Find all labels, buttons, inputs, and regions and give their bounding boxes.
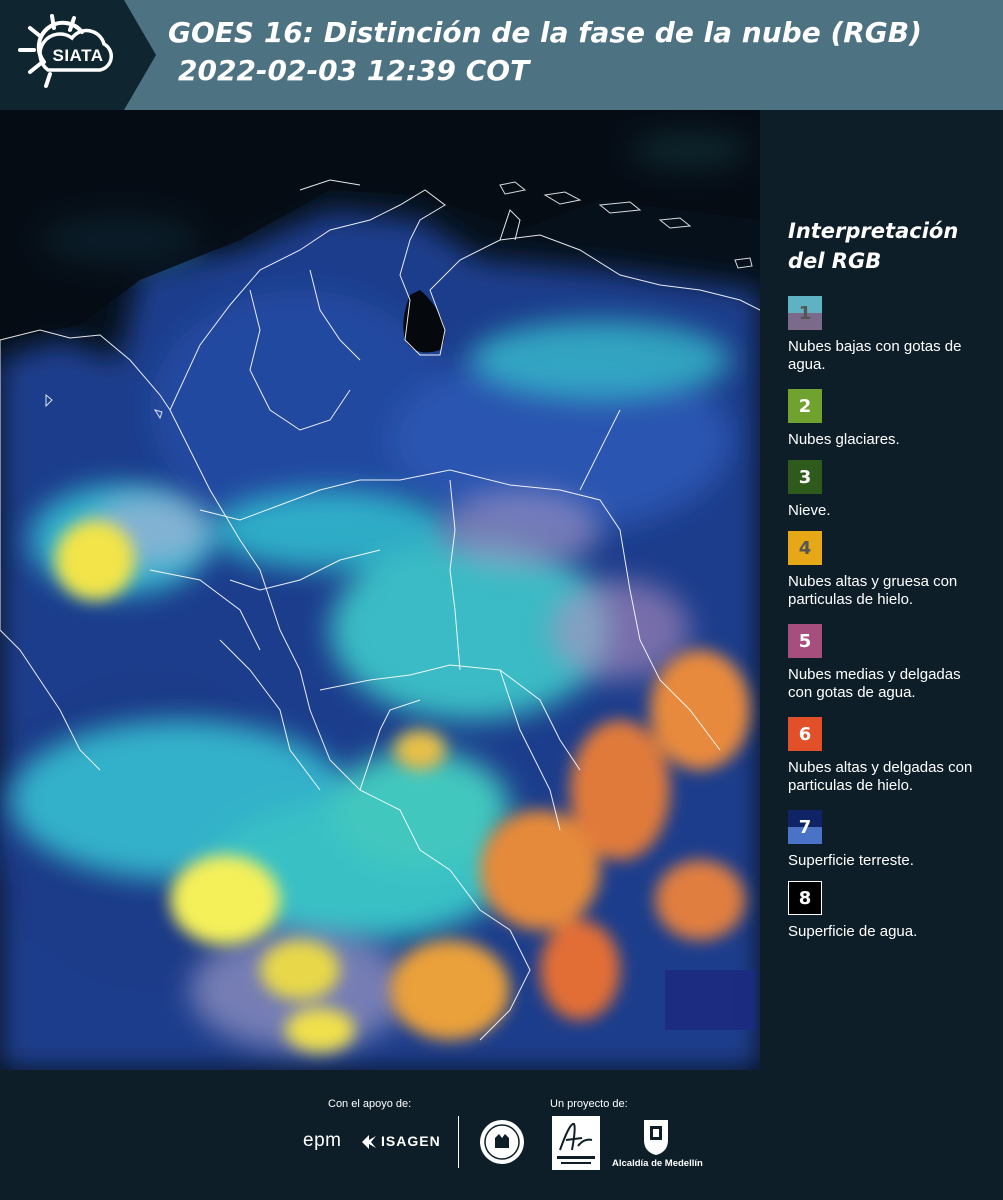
legend-title-line1: Interpretación (788, 219, 959, 243)
header-banner: SIATA GOES 16: Distinción de la fase de … (0, 0, 1003, 110)
title-product: GOES 16: Distinción de la fase de la nub… (168, 16, 922, 49)
area-metropolitana-logo-icon[interactable] (552, 1116, 600, 1170)
legend-label: Superficie terreste. (788, 852, 914, 869)
footer: Con el apoyo de: Un proyecto de: epm ISA… (0, 1070, 1003, 1200)
footer-divider (458, 1116, 459, 1168)
legend-number: 8 (798, 887, 812, 909)
legend-number: 2 (798, 395, 812, 417)
support-label: Con el apoyo de: (328, 1098, 412, 1110)
legend-title-line2: del RGB (788, 249, 882, 273)
legend-label: Nubes glaciares. (788, 431, 900, 448)
legend-title: Interpretación del RGB (788, 216, 988, 276)
siata-logo-text: SIATA (52, 46, 104, 65)
legend-swatch: 6 (788, 717, 822, 751)
legend-item-high-thick-ice-clouds: 4 Nubes altas y gruesa con particulas de… (788, 531, 988, 624)
alcaldia-label: Alcaldía de Medellín (612, 1158, 703, 1169)
legend-swatch: 4 (788, 531, 822, 565)
rgb-composite-map (0, 110, 760, 1070)
university-seal-icon[interactable] (478, 1118, 526, 1166)
legend-item-water-surface: 8 Superficie de agua. (788, 881, 988, 952)
legend-swatch: 1 (788, 296, 822, 330)
legend-label: Nubes bajas con gotas de agua. (788, 338, 962, 373)
title-timestamp: 2022-02-03 12:39 COT (178, 54, 530, 87)
legend-item-glaciated-clouds: 2 Nubes glaciares. (788, 389, 988, 460)
legend-number: 6 (798, 723, 812, 745)
legend-label: Nieve. (788, 502, 831, 519)
legend-swatch: 7 (788, 810, 822, 844)
legend-item-land-surface: 7 Superficie terreste. (788, 810, 988, 881)
legend-item-snow: 3 Nieve. (788, 460, 988, 531)
legend-label: Nubes altas y gruesa con particulas de h… (788, 573, 958, 608)
siata-logo[interactable]: SIATA (0, 0, 156, 110)
legend-number: 3 (798, 466, 812, 488)
page-title: GOES 16: Distinción de la fase de la nub… (168, 14, 988, 90)
legend-item-low-water-clouds: 1 Nubes bajas con gotas de agua. (788, 296, 988, 389)
epm-logo[interactable]: epm (303, 1130, 341, 1152)
legend-panel: Interpretación del RGB 1 Nubes bajas con… (788, 216, 988, 952)
legend-number: 4 (798, 537, 812, 559)
legend-swatch: 5 (788, 624, 822, 658)
legend-number: 7 (798, 816, 812, 838)
legend-swatch: 3 (788, 460, 822, 494)
isagen-mark-icon (362, 1135, 376, 1149)
legend-swatch: 8 (788, 881, 822, 915)
legend-number: 5 (798, 630, 812, 652)
legend-swatch: 2 (788, 389, 822, 423)
legend-item-mid-thin-water-clouds: 5 Nubes medias y delgadas con gotas de a… (788, 624, 988, 717)
legend-label: Nubes medias y delgadas con gotas de agu… (788, 666, 961, 701)
legend-number: 1 (798, 302, 812, 324)
medellin-coat-of-arms-icon[interactable] (642, 1118, 670, 1156)
legend-label: Superficie de agua. (788, 923, 918, 940)
satellite-image (0, 110, 760, 1070)
isagen-logo[interactable]: ISAGEN (381, 1133, 441, 1149)
project-label: Un proyecto de: (550, 1098, 628, 1110)
legend-item-high-thin-ice-clouds: 6 Nubes altas y delgadas con particulas … (788, 717, 988, 810)
legend-label: Nubes altas y delgadas con particulas de… (788, 759, 973, 794)
